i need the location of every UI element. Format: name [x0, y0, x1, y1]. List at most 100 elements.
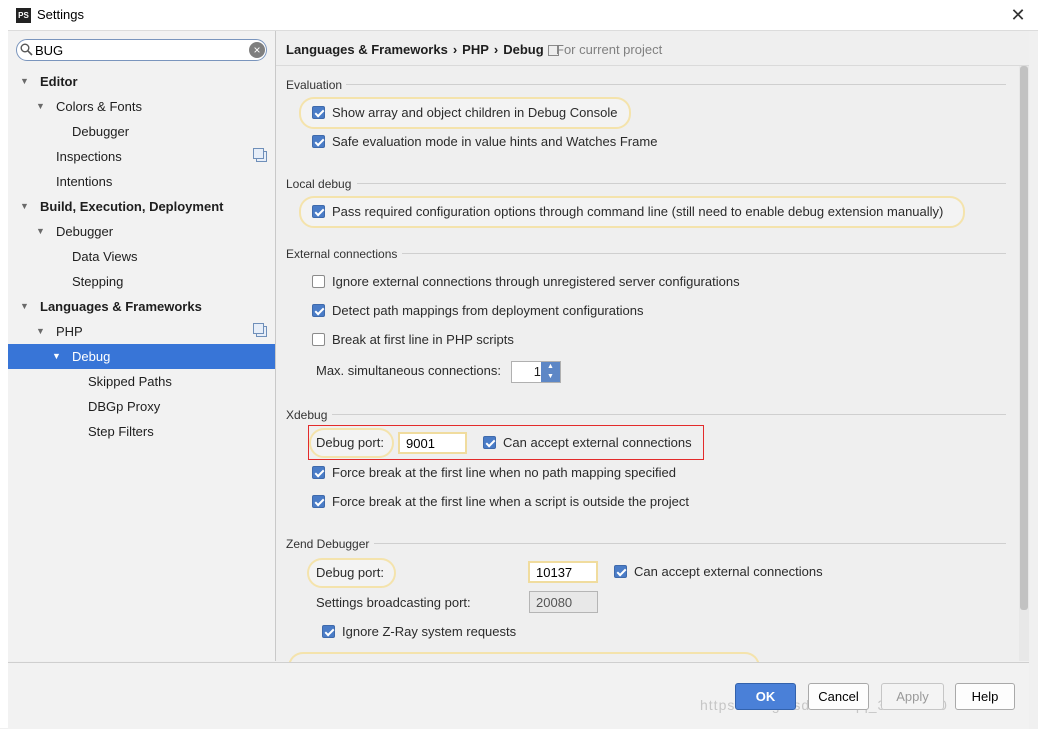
ok-button[interactable]: OK: [735, 683, 796, 710]
chevron-down-icon[interactable]: ▼: [36, 219, 45, 244]
checkbox-label: Force break at the first line when no pa…: [332, 465, 676, 480]
zend-accept-external-checkbox[interactable]: Can accept external connections: [614, 562, 824, 582]
sidebar-item[interactable]: Data Views: [8, 244, 275, 269]
sidebar-item[interactable]: ▼ Debugger: [8, 219, 275, 244]
max-connections-value[interactable]: 1: [511, 361, 541, 383]
project-scope-icon: [253, 148, 267, 162]
checkbox-label: Show array and object children in Debug …: [332, 105, 618, 120]
zend-port-input[interactable]: [528, 561, 598, 583]
sidebar-item[interactable]: ▼ Build, Execution, Deployment: [8, 194, 275, 219]
section-divider: [346, 84, 1006, 85]
sidebar-item[interactable]: ▼ Colors & Fonts: [8, 94, 275, 119]
sidebar-item[interactable]: ▼ PHP: [8, 319, 275, 344]
sidebar-item-label: DBGp Proxy: [88, 399, 161, 414]
sidebar-item[interactable]: Step Filters: [8, 419, 275, 444]
section-divider: [374, 543, 1006, 544]
section-title-local-debug: Local debug: [286, 177, 352, 191]
safe-evaluation-checkbox[interactable]: Safe evaluation mode in value hints and …: [312, 132, 672, 152]
window-title: Settings: [37, 7, 84, 22]
chevron-down-icon[interactable]: ▼: [36, 319, 45, 344]
chevron-down-icon[interactable]: ▼: [20, 194, 29, 219]
section-title-evaluation: Evaluation: [286, 78, 343, 92]
project-scope-icon: [253, 323, 267, 337]
force-break-outside-checkbox[interactable]: Force break at the first line when a scr…: [312, 492, 707, 512]
ignore-unregistered-checkbox[interactable]: Ignore external connections through unre…: [312, 272, 752, 292]
spinner-arrows-icon[interactable]: ▲ ▼: [541, 362, 560, 382]
sidebar-item-label: Data Views: [72, 249, 138, 264]
force-break-no-mapping-checkbox[interactable]: Force break at the first line when no pa…: [312, 463, 692, 483]
sidebar-item-label: Build, Execution, Deployment: [40, 199, 224, 214]
xdebug-port-input[interactable]: [398, 432, 467, 454]
checkbox-box[interactable]: [614, 565, 627, 578]
sidebar-item[interactable]: Debugger: [8, 119, 275, 144]
checkbox-box[interactable]: [312, 106, 325, 119]
sidebar-item-label: Languages & Frameworks: [40, 299, 202, 314]
header-divider: [276, 65, 1029, 66]
checkbox-label: Can accept external connections: [503, 435, 692, 450]
checkbox-box[interactable]: [312, 304, 325, 317]
sidebar-item[interactable]: DBGp Proxy: [8, 394, 275, 419]
section-title-external-connections: External connections: [286, 247, 398, 261]
sidebar-item-label: PHP: [56, 324, 83, 339]
breadcrumb-separator: ›: [452, 42, 458, 57]
checkbox-label: Detect path mappings from deployment con…: [332, 303, 644, 318]
close-icon[interactable]: ✕: [1005, 2, 1031, 28]
breadcrumb: Languages & Frameworks › PHP › Debug: [286, 42, 544, 57]
section-title-xdebug: Xdebug: [286, 408, 328, 422]
phpstorm-logo-icon: PS: [16, 8, 31, 23]
project-scope-note: For current project: [556, 42, 663, 57]
sidebar-item-label: Step Filters: [88, 424, 154, 439]
dialog-button-bar: [8, 662, 1029, 729]
sidebar-item[interactable]: ▼ Editor: [8, 69, 275, 94]
checkbox-box[interactable]: [312, 495, 325, 508]
cancel-button[interactable]: Cancel: [808, 683, 869, 710]
sidebar-item[interactable]: ▼ Languages & Frameworks: [8, 294, 275, 319]
checkbox-box[interactable]: [312, 205, 325, 218]
section-divider: [332, 414, 1006, 415]
sidebar-item-label: Debugger: [56, 224, 114, 239]
checkbox-box[interactable]: [312, 333, 325, 346]
sidebar-item[interactable]: Skipped Paths: [8, 369, 275, 394]
pass-options-checkbox[interactable]: Pass required configuration options thro…: [312, 202, 962, 222]
checkbox-label: Can accept external connections: [634, 564, 823, 579]
chevron-down-icon[interactable]: ▼: [52, 344, 61, 369]
search-input[interactable]: [35, 40, 235, 60]
breadcrumb-separator: ›: [493, 42, 499, 57]
sidebar-item-label: Editor: [40, 74, 78, 89]
break-first-line-checkbox[interactable]: Break at first line in PHP scripts: [312, 330, 522, 350]
background-window-edge: [0, 30, 8, 728]
chevron-down-icon[interactable]: ▼: [36, 94, 45, 119]
apply-button[interactable]: Apply: [881, 683, 944, 710]
chevron-down-icon[interactable]: ▼: [20, 294, 29, 319]
scrollbar-thumb[interactable]: [1020, 66, 1028, 610]
section-divider: [402, 253, 1006, 254]
title-bar: [0, 0, 1038, 31]
zend-port-label: Debug port:: [316, 565, 384, 580]
broadcast-port-label: Settings broadcasting port:: [316, 595, 471, 610]
sidebar-item[interactable]: ▼ Debug: [8, 344, 275, 369]
checkbox-box[interactable]: [322, 625, 335, 638]
checkbox-box[interactable]: [312, 466, 325, 479]
checkbox-box[interactable]: [483, 436, 496, 449]
sidebar-item[interactable]: Inspections: [8, 144, 275, 169]
detect-mappings-checkbox[interactable]: Detect path mappings from deployment con…: [312, 301, 657, 321]
sidebar-item-label: Debugger: [72, 124, 130, 139]
ignore-zray-checkbox[interactable]: Ignore Z-Ray system requests: [322, 622, 522, 642]
show-children-checkbox[interactable]: Show array and object children in Debug …: [312, 103, 627, 123]
checkbox-label: Pass required configuration options thro…: [332, 204, 944, 219]
checkbox-box[interactable]: [312, 135, 325, 148]
checkbox-label: Safe evaluation mode in value hints and …: [332, 134, 658, 149]
help-button[interactable]: Help: [955, 683, 1015, 710]
breadcrumb-item: Debug: [503, 42, 544, 57]
broadcast-port-input[interactable]: [529, 591, 598, 613]
sidebar-item[interactable]: Intentions: [8, 169, 275, 194]
sidebar-item-label: Colors & Fonts: [56, 99, 142, 114]
xdebug-accept-external-checkbox[interactable]: Can accept external connections: [483, 433, 693, 453]
clear-search-icon[interactable]: ×: [249, 42, 265, 58]
max-connections-label: Max. simultaneous connections:: [316, 363, 501, 378]
checkbox-label: Force break at the first line when a scr…: [332, 494, 689, 509]
checkbox-box[interactable]: [312, 275, 325, 288]
sidebar-item[interactable]: Stepping: [8, 269, 275, 294]
chevron-down-icon[interactable]: ▼: [20, 69, 29, 94]
checkbox-label: Break at first line in PHP scripts: [332, 332, 514, 347]
